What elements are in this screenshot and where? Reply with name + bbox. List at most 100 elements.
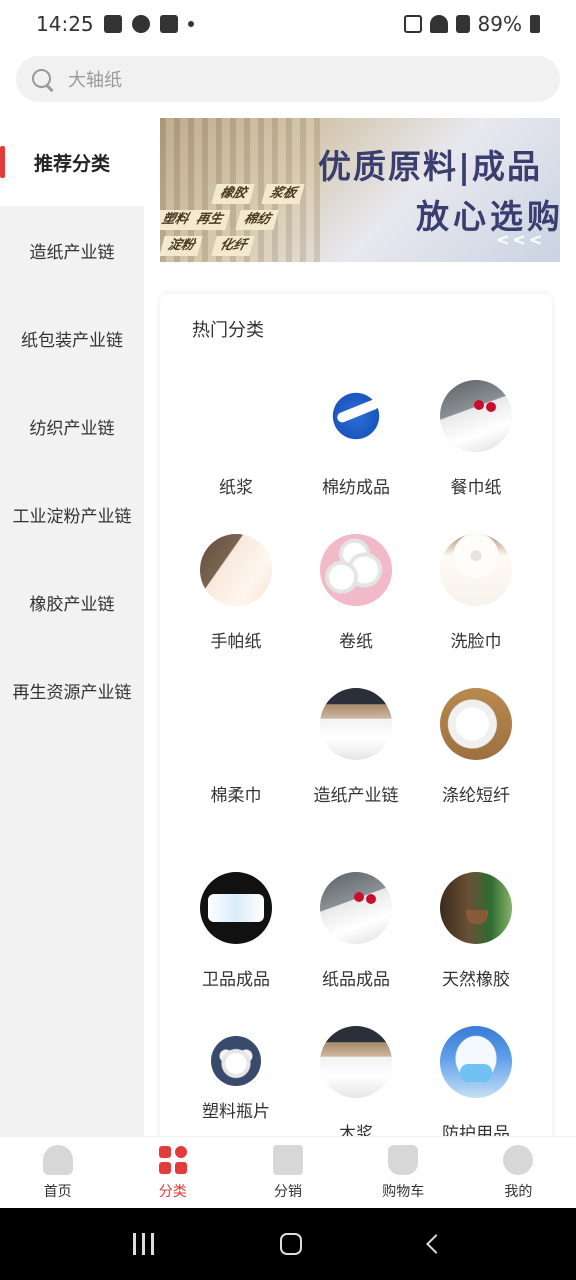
home-button-icon[interactable] (280, 1233, 303, 1255)
banner-tag: 橡胶 (211, 184, 255, 204)
face-mask-image (440, 1026, 512, 1098)
banner-tag: 化纤 (211, 236, 255, 256)
wifi-icon (429, 15, 448, 33)
status-time: 14:25 (36, 12, 94, 36)
pulp-image (200, 380, 272, 452)
sidebar-item-label: 造纸产业链 (29, 242, 115, 263)
back-icon[interactable] (425, 1234, 446, 1254)
sidebar-item-recommended[interactable]: 推荐分类 (0, 118, 144, 206)
category-item-label: 天然橡胶 (442, 970, 510, 990)
nav-distribution[interactable]: 分销 (230, 1137, 345, 1208)
polyester-fiber-image (440, 688, 512, 760)
nav-label: 分销 (274, 1183, 302, 1200)
napkin-cherry-image (320, 872, 392, 944)
banner-tag: 棉纺 (235, 210, 279, 230)
category-item-label: 纸浆 (219, 478, 253, 498)
sidebar-item-label: 再生资源产业链 (12, 682, 132, 703)
sidebar-item-paper-packaging[interactable]: 纸包装产业链 (0, 294, 144, 382)
hot-categories-title: 热门分类 (192, 320, 264, 341)
nav-category[interactable]: 分类 (115, 1137, 230, 1208)
category-item-face-towel[interactable]: 洗脸巾 (416, 528, 536, 682)
sidebar-item-label: 推荐分类 (33, 152, 110, 175)
battery-percent: 89% (477, 12, 522, 36)
category-item-label: 棉纺成品 (322, 478, 390, 498)
nav-label: 首页 (43, 1183, 72, 1200)
nav-profile[interactable]: 我的 (461, 1137, 576, 1208)
nav-label: 分类 (158, 1183, 187, 1200)
signal-icon (455, 15, 470, 33)
app-notification-icon (131, 15, 150, 33)
hot-categories-card: 热门分类 纸浆 棉纺成品 餐巾纸 手帕纸 卷纸 洗脸巾 棉柔巾 造纸产业链 涤纶… (160, 294, 552, 1174)
handkerchief-paper-image (200, 534, 272, 606)
category-icon (158, 1145, 188, 1175)
category-item-label: 纸品成品 (322, 970, 390, 990)
sidebar-item-rubber[interactable]: 橡胶产业链 (0, 558, 144, 646)
swoosh-logo-image (320, 380, 392, 452)
category-item-cotton-products[interactable]: 棉纺成品 (296, 374, 416, 528)
category-item-label: 手帕纸 (210, 632, 262, 652)
category-item-pulp[interactable]: 纸浆 (176, 374, 296, 528)
category-item-natural-rubber[interactable]: 天然橡胶 (416, 866, 536, 1020)
battery-icon (530, 15, 540, 33)
category-item-label: 造纸产业链 (313, 786, 399, 806)
search-bar[interactable]: 大轴纸 (16, 56, 560, 102)
paper-stack-image (320, 688, 392, 760)
nav-home[interactable]: 首页 (0, 1137, 115, 1208)
distribution-icon (273, 1144, 303, 1175)
category-item-label: 塑料瓶片 (202, 1102, 270, 1122)
search-icon (30, 67, 54, 91)
category-item-label: 卷纸 (339, 632, 373, 652)
category-item-sanitary-products[interactable]: 卫品成品 (176, 866, 296, 1020)
hot-categories-grid: 纸浆 棉纺成品 餐巾纸 手帕纸 卷纸 洗脸巾 棉柔巾 造纸产业链 涤纶短纤 卫品… (176, 374, 536, 1174)
cart-icon (388, 1144, 419, 1175)
bottom-nav: 首页 分类 分销 购物车 我的 (0, 1136, 576, 1208)
category-item-label: 餐巾纸 (450, 478, 502, 498)
sidebar-item-industrial-starch[interactable]: 工业淀粉产业链 (0, 470, 144, 558)
plastic-pellets-image (211, 1036, 261, 1086)
sidebar-item-label: 工业淀粉产业链 (12, 506, 132, 527)
category-item-label: 棉柔巾 (210, 786, 262, 806)
cotton-towel-image (200, 688, 272, 760)
napkin-cherry-image (440, 380, 512, 452)
home-icon (42, 1144, 73, 1175)
sidebar-item-label: 纺织产业链 (29, 418, 115, 439)
banner-arrows: <<< (496, 230, 546, 249)
category-sidebar: 推荐分类 造纸产业链 纸包装产业链 纺织产业链 工业淀粉产业链 橡胶产业链 再生… (0, 118, 144, 1136)
banner-tag: 浆板 (261, 184, 305, 204)
category-item-polyester-staple[interactable]: 涤纶短纤 (416, 682, 536, 866)
category-item-label: 卫品成品 (202, 970, 270, 990)
banner-tag: 再生 (187, 210, 231, 230)
search-input[interactable]: 大轴纸 (68, 66, 122, 92)
category-item-label: 洗脸巾 (450, 632, 502, 652)
nav-cart[interactable]: 购物车 (346, 1137, 461, 1208)
banner-title: 优质原料|成品 (318, 147, 543, 186)
recent-apps-icon[interactable] (133, 1233, 155, 1255)
more-notifications-icon (187, 21, 194, 27)
category-item-paper-products[interactable]: 纸品成品 (296, 866, 416, 1020)
wood-pulp-image (320, 1026, 392, 1098)
sidebar-item-textile[interactable]: 纺织产业链 (0, 382, 144, 470)
category-item-toilet-roll[interactable]: 卷纸 (296, 528, 416, 682)
sidebar-item-label: 橡胶产业链 (29, 594, 115, 615)
category-item-napkin[interactable]: 餐巾纸 (416, 374, 536, 528)
system-nav-bar (0, 1208, 576, 1280)
status-bar: 14:25 89% (0, 0, 576, 48)
mute-icon (403, 15, 422, 33)
sidebar-item-recycling[interactable]: 再生资源产业链 (0, 646, 144, 734)
sidebar-item-papermaking[interactable]: 造纸产业链 (0, 206, 144, 294)
diaper-image (200, 872, 272, 944)
app-badge-icon (159, 15, 178, 33)
toilet-roll-image (320, 534, 392, 606)
gallery-icon (103, 15, 122, 33)
category-item-cotton-towel[interactable]: 棉柔巾 (176, 682, 296, 866)
nav-label: 购物车 (382, 1183, 425, 1200)
promo-banner[interactable]: 橡胶 浆板 塑料 再生 棉纺 淀粉 化纤 优质原料|成品 放心选购 <<< (160, 118, 560, 262)
category-item-papermaking-chain[interactable]: 造纸产业链 (296, 682, 416, 866)
nav-label: 我的 (504, 1183, 533, 1200)
rubber-tree-image (440, 872, 512, 944)
category-item-handkerchief[interactable]: 手帕纸 (176, 528, 296, 682)
category-item-label: 涤纶短纤 (442, 786, 510, 806)
sidebar-item-label: 纸包装产业链 (21, 330, 123, 351)
banner-tag: 淀粉 (160, 236, 203, 256)
face-towel-roll-image (440, 534, 512, 606)
